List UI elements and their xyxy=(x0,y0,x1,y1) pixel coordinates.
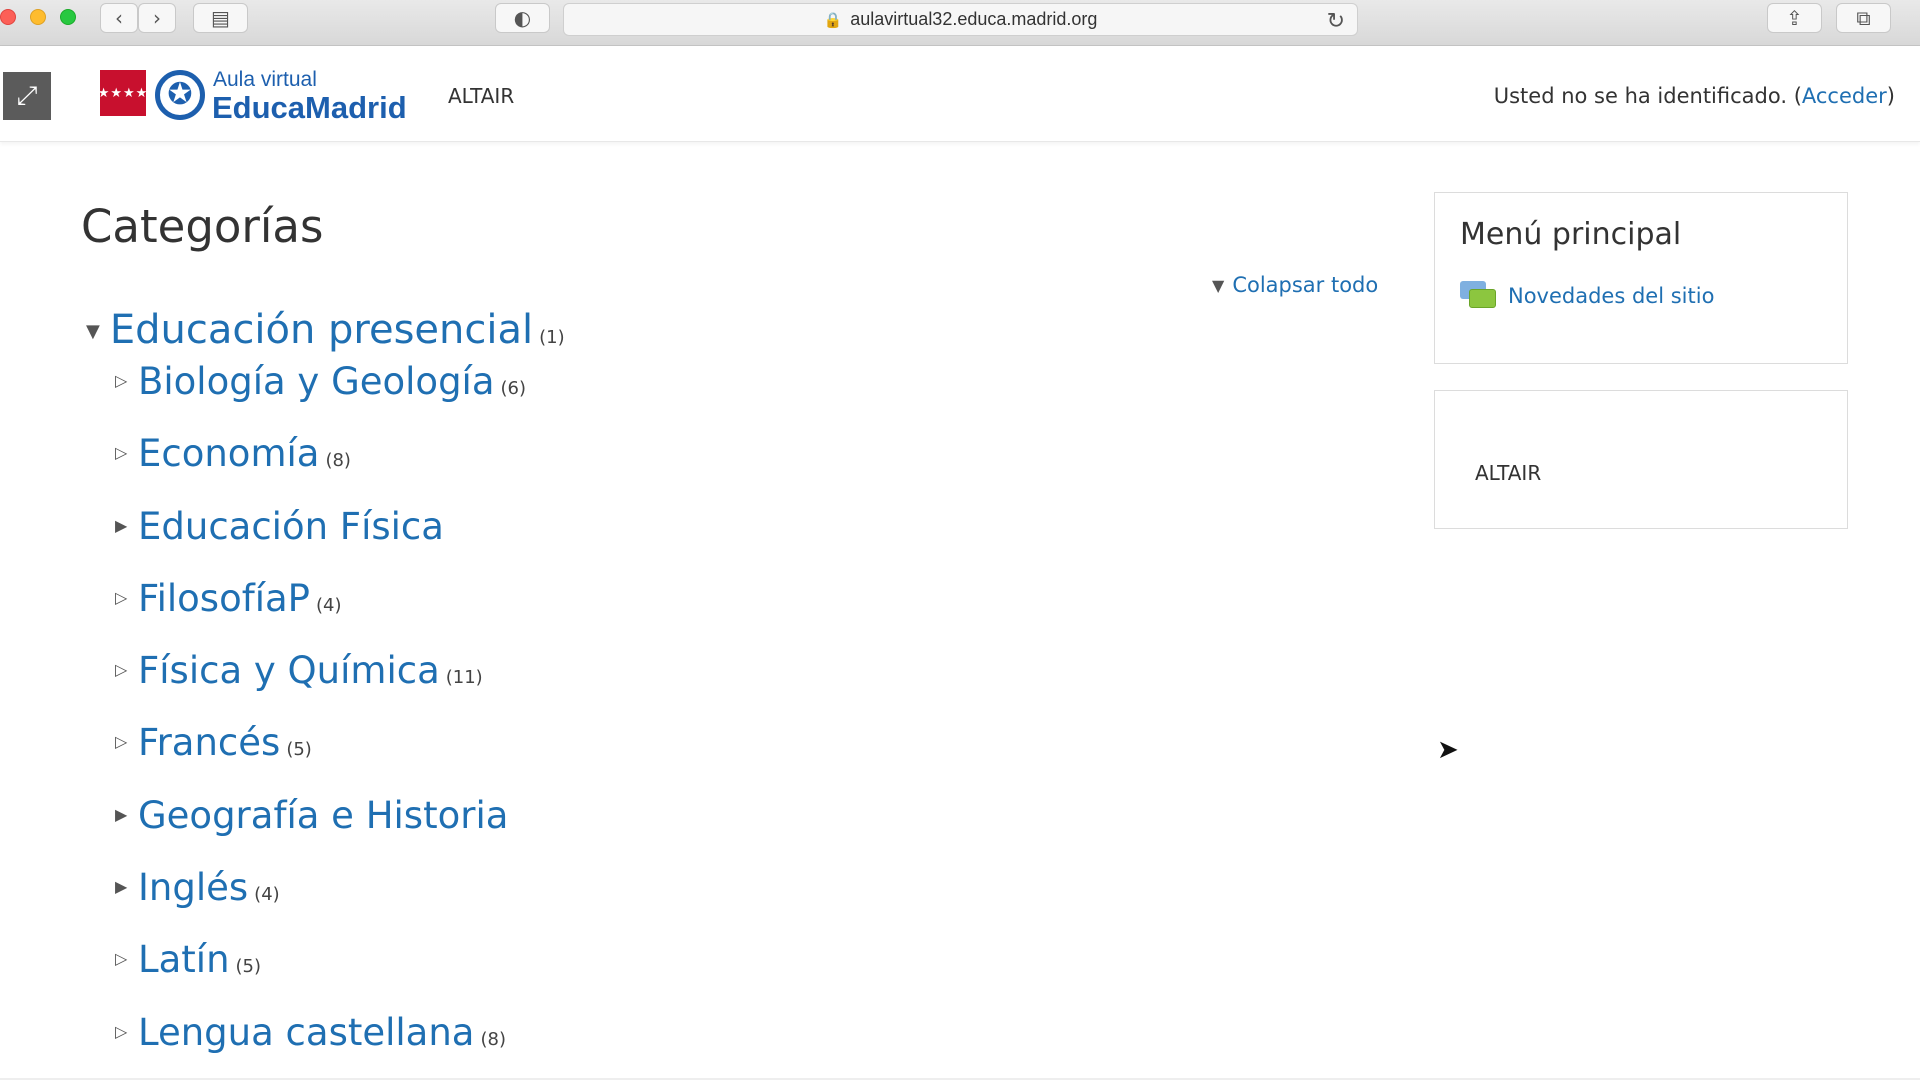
collapsed-triangle-icon[interactable]: ▷ xyxy=(115,660,138,679)
subcategory-item[interactable]: ▶ Inglés (4) xyxy=(115,866,526,938)
tabs-icon: ⧉ xyxy=(1856,6,1871,30)
subcategory-item[interactable]: ▷ Economía (8) xyxy=(115,432,526,504)
subcategory-count: (5) xyxy=(286,739,312,761)
category-name[interactable]: Educación presencial xyxy=(110,307,533,353)
mouse-pointer-icon: ➤ xyxy=(1437,735,1459,765)
browser-toolbar: ‹ › ▤ ◐ 🔒 aulavirtual32.educa.madrid.org… xyxy=(0,0,1920,46)
category-educacion-presencial[interactable]: ▼ Educación presencial (1) xyxy=(86,307,565,353)
subcategory-name[interactable]: Física y Química xyxy=(138,649,440,692)
main-menu-title: Menú principal xyxy=(1460,217,1682,252)
subcategory-count: (6) xyxy=(500,378,527,399)
subcategory-item[interactable]: ▷ Francés (5) xyxy=(115,721,526,793)
site-name-link[interactable]: ALTAIR xyxy=(448,84,514,108)
subcategory-item[interactable]: ▷ Lengua castellana (8) xyxy=(115,1011,526,1080)
subcategory-name[interactable]: Lengua castellana xyxy=(138,1011,474,1054)
login-status-text: Usted no se ha identificado. ( xyxy=(1493,84,1802,108)
address-bar[interactable]: 🔒 aulavirtual32.educa.madrid.org ↻ xyxy=(563,3,1358,36)
logo-title[interactable]: EducaMadrid xyxy=(212,90,407,126)
subcategory-count: (8) xyxy=(480,1028,506,1050)
collapsed-triangle-icon[interactable]: ▷ xyxy=(115,443,138,462)
subcategory-count: (8) xyxy=(325,450,351,472)
collapsed-triangle-icon[interactable]: ▷ xyxy=(115,1022,138,1041)
back-button[interactable]: ‹ xyxy=(100,3,138,33)
collapse-triangle-icon: ▼ xyxy=(1212,275,1225,295)
subcategory-count: (5) xyxy=(235,956,262,978)
expand-icon: ⤢ xyxy=(16,80,38,111)
collapse-all-link[interactable]: ▼ Colapsar todo xyxy=(1212,273,1378,297)
filled-triangle-icon[interactable]: ▶ xyxy=(115,805,138,824)
madrid-flag-logo[interactable]: ★★★★ xyxy=(98,70,147,116)
tabs-overview-button[interactable]: ⧉ xyxy=(1836,3,1891,33)
collapse-all-label: Colapsar todo xyxy=(1232,273,1379,297)
subcategory-item[interactable]: ▷ FilosofíaP (4) xyxy=(115,577,526,649)
subcategory-name[interactable]: Economía xyxy=(138,432,319,475)
subcategory-name[interactable]: Educación Física xyxy=(138,505,444,548)
subcategory-item[interactable]: ▶ Geografía e Historia xyxy=(115,794,526,866)
collapsed-triangle-icon[interactable]: ▷ xyxy=(115,732,138,751)
back-icon: ‹ xyxy=(115,6,123,30)
collapsed-triangle-icon[interactable]: ▷ xyxy=(115,588,138,607)
sidebar-toggle-button[interactable]: ▤ xyxy=(193,3,248,33)
url-text: aulavirtual32.educa.madrid.org xyxy=(850,9,1098,29)
main-menu-block: Menú principal Novedades del sitio xyxy=(1434,192,1848,364)
subcategory-name[interactable]: Biología y Geología xyxy=(138,360,495,403)
subcategory-count: (11) xyxy=(445,667,483,689)
category-count: (1) xyxy=(539,327,565,348)
subcategory-count: (4) xyxy=(316,594,342,616)
subcategory-item[interactable]: ▷ Biología y Geología (6) xyxy=(115,360,526,432)
minimize-window-button[interactable] xyxy=(30,9,46,25)
collapsed-triangle-icon[interactable]: ▷ xyxy=(115,949,138,968)
altair-block: ALTAIR xyxy=(1434,390,1848,529)
subcategory-name[interactable]: Francés xyxy=(138,721,280,764)
lock-icon: 🔒 xyxy=(823,11,843,29)
close-window-button[interactable] xyxy=(0,9,16,25)
filled-triangle-icon[interactable]: ▶ xyxy=(115,516,138,535)
share-button[interactable]: ⇪ xyxy=(1767,3,1822,33)
subcategory-item[interactable]: ▷ Física y Química (11) xyxy=(115,649,526,721)
fullscreen-toggle-button[interactable]: ⤢ xyxy=(3,72,51,120)
reload-icon[interactable]: ↻ xyxy=(1327,8,1345,34)
login-info: Usted no se ha identificado. (Acceder) xyxy=(1494,84,1895,108)
site-news-label[interactable]: Novedades del sitio xyxy=(1508,284,1714,308)
subcategory-item[interactable]: ▷ Latín (5) xyxy=(115,938,526,1010)
collapsed-triangle-icon[interactable]: ▷ xyxy=(115,371,138,390)
sidebar-icon: ▤ xyxy=(211,6,230,30)
subcategory-name[interactable]: FilosofíaP xyxy=(138,577,310,620)
subcategory-name[interactable]: Inglés xyxy=(138,866,248,909)
subcategory-list: ▷ Biología y Geología (6) ▷ Economía (8)… xyxy=(115,360,526,1080)
shield-icon: ◐ xyxy=(513,6,532,30)
altair-block-text: ALTAIR xyxy=(1475,461,1542,485)
subcategory-count: (4) xyxy=(254,884,280,906)
filled-triangle-icon[interactable]: ▶ xyxy=(115,877,138,896)
page-header: ⤢ ★★★★ ✪ Aula virtual EducaMadrid ALTAIR… xyxy=(0,46,1920,142)
login-link[interactable]: Acceder xyxy=(1802,84,1887,108)
forum-chat-icon xyxy=(1460,281,1496,311)
subcategory-item[interactable]: ▶ Educación Física xyxy=(115,505,526,577)
login-status-close: ) xyxy=(1886,84,1895,108)
page-title: Categorías xyxy=(81,200,324,253)
share-icon: ⇪ xyxy=(1786,6,1803,30)
zoom-window-button[interactable] xyxy=(60,9,76,25)
privacy-button[interactable]: ◐ xyxy=(495,3,550,33)
logo-subtitle[interactable]: Aula virtual xyxy=(213,68,317,92)
forward-icon: › xyxy=(153,6,161,30)
subcategory-name[interactable]: Latín xyxy=(138,938,230,981)
forward-button[interactable]: › xyxy=(138,3,176,33)
expanded-triangle-icon[interactable]: ▼ xyxy=(86,321,100,342)
site-news-link[interactable]: Novedades del sitio xyxy=(1460,281,1714,311)
educamadrid-star-logo[interactable]: ✪ xyxy=(155,70,205,120)
subcategory-name[interactable]: Geografía e Historia xyxy=(138,794,508,837)
